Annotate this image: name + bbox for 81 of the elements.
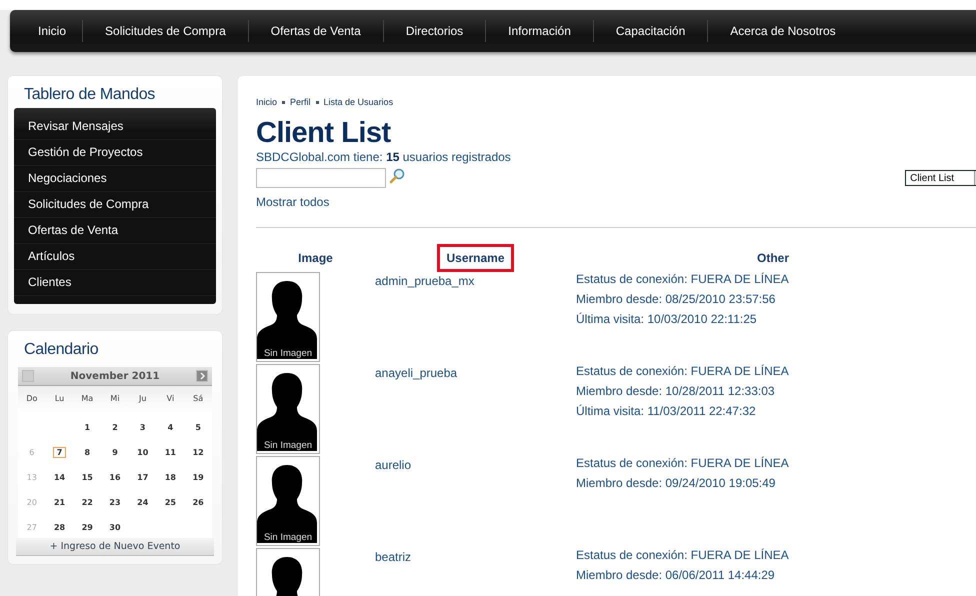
calendar-day[interactable]: 4 (164, 422, 178, 432)
calendar-day[interactable]: 11 (160, 446, 180, 458)
user-count-text: SBDCGlobal.com tiene: 15 usuarios registrados (256, 150, 512, 164)
weekday-label: Lu (54, 394, 66, 403)
menu-item[interactable]: Ofertas de Venta (14, 218, 216, 244)
user-detail: Estatus de conexión: FUERA DE LÍNEA (576, 363, 790, 380)
user-detail: Miembro desde: 08/25/2010 23:57:56 (576, 291, 776, 308)
nav-link[interactable]: Directorios (406, 24, 486, 38)
username-link[interactable]: anayeli_prueba (375, 366, 458, 380)
username-link[interactable]: beatriz (375, 550, 412, 564)
menu-item[interactable]: Revisar Mensajes (14, 114, 216, 140)
weekday-label: Vi (166, 394, 176, 403)
calendar-day[interactable]: 29 (78, 522, 97, 532)
breadcrumb-link[interactable]: Lista de Usuarios (324, 97, 394, 107)
calendar-day[interactable]: 19 (188, 472, 208, 482)
panel-title: Tablero de Mandos (23, 85, 156, 105)
calendar-day[interactable]: 22 (78, 496, 97, 508)
calendar-day[interactable]: 26 (188, 496, 208, 508)
month-title: November 2011 (70, 370, 160, 382)
calendar-day[interactable]: 3 (136, 422, 150, 432)
next-month-icon[interactable] (196, 370, 208, 382)
menu-item[interactable]: Solicitudes de Compra (14, 192, 216, 218)
breadcrumb-link[interactable]: Inicio (256, 97, 278, 107)
menu-item[interactable]: Artículos (14, 244, 216, 270)
nav-link[interactable]: Información (508, 24, 593, 38)
calendar-day[interactable]: 17 (133, 472, 152, 482)
user-detail: Estatus de conexión: FUERA DE LÍNEA (576, 455, 790, 472)
nav-link[interactable]: Solicitudes de Compra (105, 24, 248, 38)
menu-item[interactable]: Negociaciones (14, 166, 216, 192)
calendar-day[interactable]: 8 (80, 446, 94, 458)
search-icon[interactable] (389, 168, 405, 184)
username-link[interactable]: admin_prueba_mx (375, 274, 474, 288)
user-detail: Estatus de conexión: FUERA DE LÍNEA (576, 271, 790, 288)
user-detail: Miembro desde: 06/06/2011 14:44:29 (576, 567, 776, 584)
no-image-label: Sin Imagen (262, 348, 314, 359)
panel-title: Calendario (23, 340, 100, 360)
username-link[interactable]: aurelio (375, 458, 412, 472)
calendar-day[interactable]: 23 (105, 496, 125, 508)
view-dropdown[interactable]: Client List (905, 170, 976, 186)
nav-link[interactable]: Capacitación (616, 24, 708, 38)
weekday-label: Mi (109, 394, 121, 403)
show-all-link[interactable]: Mostrar todos (256, 195, 976, 209)
calendar-day[interactable]: 2 (108, 422, 122, 432)
calendar-day[interactable]: 24 (133, 496, 152, 508)
calendar-day[interactable]: 21 (50, 496, 70, 508)
nav-link[interactable]: Ofertas de Venta (270, 24, 383, 38)
breadcrumb-link[interactable]: Perfil (290, 97, 311, 107)
calendar-day[interactable]: 5 (191, 422, 205, 432)
calendar-day[interactable]: 12 (188, 446, 208, 458)
column-header[interactable]: Other (748, 244, 798, 272)
user-detail: Estatus de conexión: FUERA DE LÍNEA (576, 547, 790, 564)
weekday-label: Do (25, 394, 38, 403)
user-detail: Última visita: 10/03/2010 22:11:25 (576, 311, 758, 328)
calendar-day[interactable]: 18 (160, 472, 180, 482)
user-detail: Miembro desde: 09/24/2010 19:05:49 (576, 475, 776, 492)
weekday-label: Sá (192, 394, 204, 403)
search-field[interactable] (256, 168, 386, 188)
calendar-day[interactable]: 10 (133, 446, 152, 458)
nav-link[interactable]: Acerca de Nosotros (730, 24, 858, 38)
calendar-day[interactable]: 25 (160, 496, 180, 508)
nav-link[interactable]: Inicio (38, 24, 82, 38)
calendar-day[interactable]: 15 (78, 472, 97, 482)
weekday-label: Ma (80, 394, 94, 403)
weekday-label: Ju (138, 394, 148, 403)
no-image-label: Sin Imagen (262, 532, 314, 543)
calendar-day[interactable]: 1 (80, 422, 94, 432)
calendar-day[interactable]: 7 (52, 446, 66, 458)
user-detail: Miembro desde: 10/28/2011 12:33:03 (576, 383, 776, 400)
calendar-day[interactable]: 9 (108, 446, 122, 458)
no-image-label: Sin Imagen (262, 440, 314, 451)
column-header[interactable]: Username (437, 244, 514, 272)
calendar-day[interactable]: 28 (50, 522, 70, 532)
user-detail: Última visita: 11/03/2011 22:47:32 (576, 403, 757, 420)
calendar-day[interactable]: 14 (50, 472, 70, 482)
column-header[interactable]: Image (289, 244, 342, 272)
page-title: Client List (256, 116, 392, 150)
add-event-link[interactable]: + Ingreso de Nuevo Evento (16, 538, 214, 556)
menu-item[interactable]: Clientes (14, 270, 216, 296)
calendar-day[interactable]: 30 (105, 522, 125, 532)
menu-item[interactable]: Gestión de Proyectos (14, 140, 216, 166)
calendar-day[interactable]: 16 (105, 472, 125, 482)
